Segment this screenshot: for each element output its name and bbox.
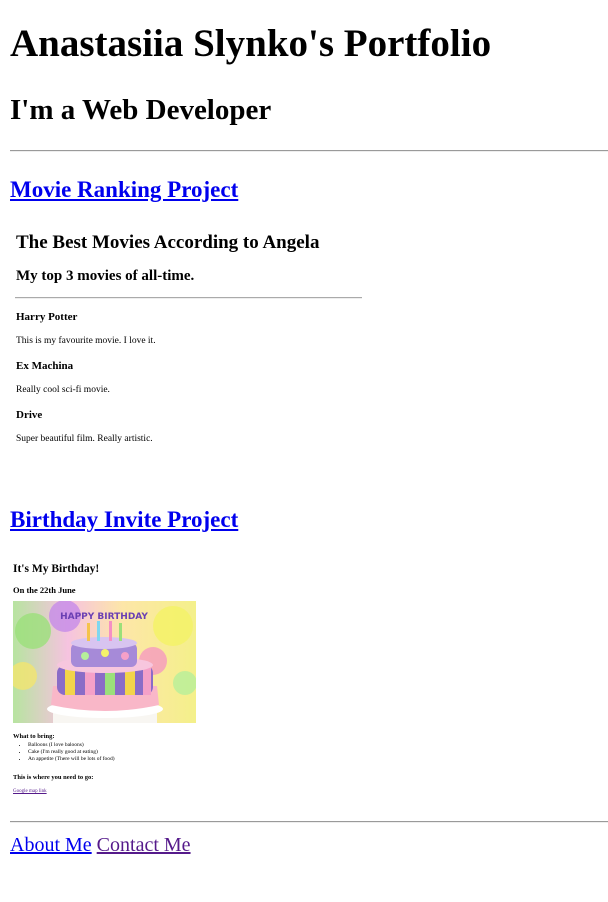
movies-title: The Best Movies According to Angela bbox=[16, 232, 320, 253]
bring-item: Balloons (I love baloons) bbox=[28, 742, 115, 749]
bring-item: An appetite (There will be lots of food) bbox=[28, 756, 115, 763]
bring-item: Cake (I'm really good at eating) bbox=[28, 749, 115, 756]
page-title: Anastasiia Slynko's Portfolio bbox=[10, 22, 492, 65]
movie-description: Super beautiful film. Really artistic. bbox=[16, 434, 153, 444]
birthday-title: It's My Birthday! bbox=[13, 563, 100, 575]
movie-title: Drive bbox=[16, 409, 43, 421]
top-divider bbox=[10, 150, 608, 152]
birthday-cake-image: HAPPY BIRTHDAY bbox=[13, 601, 196, 723]
movies-divider bbox=[15, 297, 362, 299]
bottom-divider bbox=[10, 821, 608, 823]
footer-nav: About Me Contact Me bbox=[10, 833, 191, 857]
page-subtitle: I'm a Web Developer bbox=[10, 94, 272, 126]
about-me-link[interactable]: About Me bbox=[10, 834, 92, 856]
birthday-invite-embed: It's My Birthday! On the 22th June HAPPY… bbox=[12, 560, 312, 805]
bring-list: Balloons (I love baloons) Cake (I'm real… bbox=[12, 742, 115, 763]
where-heading: This is where you need to go: bbox=[13, 774, 94, 781]
movie-ranking-embed: The Best Movies According to Angela My t… bbox=[15, 224, 375, 464]
movie-project-link[interactable]: Movie Ranking Project bbox=[10, 176, 238, 204]
bring-heading: What to bring: bbox=[13, 733, 55, 740]
movie-description: Really cool sci-fi movie. bbox=[16, 385, 110, 395]
movies-subtitle: My top 3 movies of all-time. bbox=[16, 268, 195, 284]
contact-me-link[interactable]: Contact Me bbox=[97, 834, 191, 856]
google-map-link[interactable]: Google map link bbox=[13, 789, 47, 794]
birthday-date: On the 22th June bbox=[13, 585, 76, 595]
movie-description: This is my favourite movie. I love it. bbox=[16, 336, 156, 346]
movie-title: Ex Machina bbox=[16, 360, 74, 372]
cake-text: HAPPY BIRTHDAY bbox=[60, 612, 148, 622]
movie-title: Harry Potter bbox=[16, 311, 78, 323]
birthday-project-link[interactable]: Birthday Invite Project bbox=[10, 506, 238, 534]
